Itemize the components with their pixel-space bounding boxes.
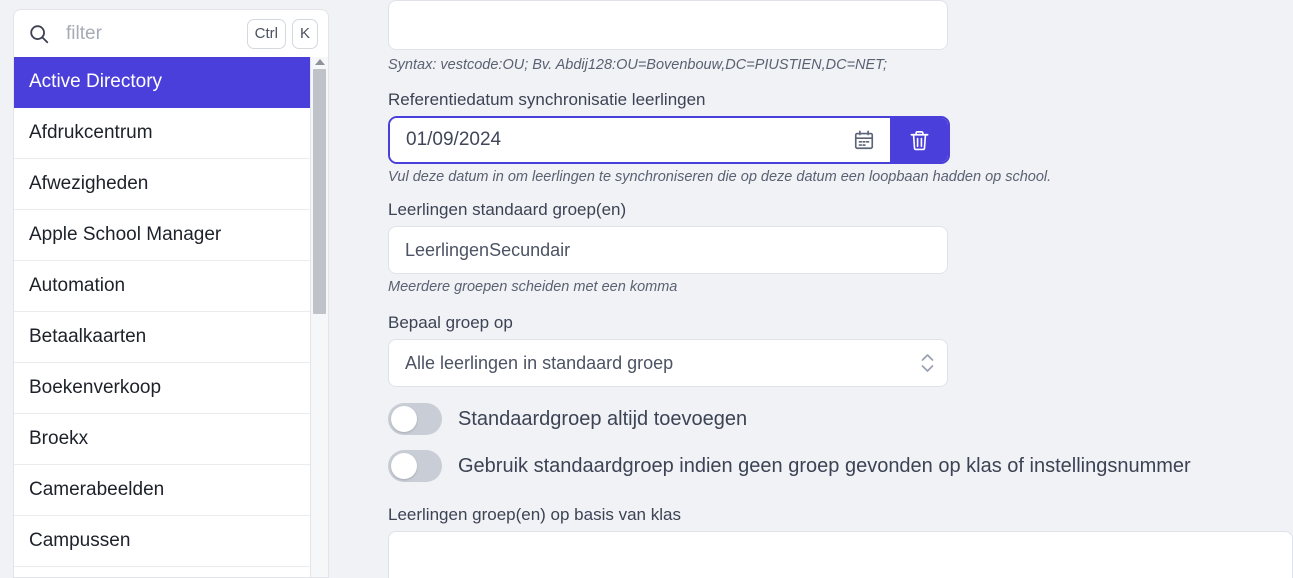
ou-field-group: Syntax: vestcode:OU; Bv. Abdij128:OU=Bov… xyxy=(388,0,948,73)
calendar-icon[interactable] xyxy=(838,118,890,162)
group-basis-select-shell: Alle leerlingen in standaard groep xyxy=(388,339,948,387)
search-shortcut: Ctrl K xyxy=(246,18,318,49)
group-basis-group: Bepaal groep op Alle leerlingen in stand… xyxy=(388,313,948,387)
sidebar-search-box[interactable]: Ctrl K xyxy=(13,9,329,57)
toggle-label-standaardgroep-altijd: Standaardgroep altijd toevoegen xyxy=(458,407,748,430)
class-groups-label: Leerlingen groep(en) op basis van klas xyxy=(388,505,681,524)
reference-date-hint: Vul deze datum in om leerlingen te synch… xyxy=(388,169,1052,185)
search-input[interactable] xyxy=(50,22,247,45)
ou-syntax-hint: Syntax: vestcode:OU; Bv. Abdij128:OU=Bov… xyxy=(388,57,887,73)
sidebar-nav-list: Active Directory Afdrukcentrum Afwezighe… xyxy=(14,57,310,577)
default-groups-input[interactable] xyxy=(388,226,948,274)
trash-icon[interactable] xyxy=(890,118,948,162)
toggle-gebruik-standaardgroep-indien-geen-groep[interactable] xyxy=(388,450,442,482)
settings-form: Syntax: vestcode:OU; Bv. Abdij128:OU=Bov… xyxy=(338,0,1293,578)
sidebar-item-apple-school-manager[interactable]: Apple School Manager xyxy=(14,210,310,261)
toggle-knob xyxy=(391,406,417,432)
default-groups-hint: Meerdere groepen scheiden met een komma xyxy=(388,279,678,295)
group-basis-label: Bepaal groep op xyxy=(388,313,513,332)
toggle-standaardgroep-altijd-toevoegen[interactable] xyxy=(388,403,442,435)
default-groups-group: Leerlingen standaard groep(en) Meerdere … xyxy=(388,200,948,295)
app-root: Ctrl K Active Directory Afdrukcentrum Af… xyxy=(0,0,1293,578)
toggle-row-standaardgroep-altijd: Standaardgroep altijd toevoegen xyxy=(388,403,747,435)
scroll-up-arrow-icon[interactable] xyxy=(314,59,325,65)
toggle-row-gebruik-standaardgroep: Gebruik standaardgroep indien geen groep… xyxy=(388,450,1191,482)
kbd-k: K xyxy=(291,18,318,49)
sidebar-item-campussen[interactable]: Campussen xyxy=(14,516,310,567)
group-basis-select[interactable]: Alle leerlingen in standaard groep xyxy=(388,339,948,387)
toggle-knob xyxy=(391,453,417,479)
reference-date-input[interactable] xyxy=(390,118,838,162)
sidebar-item-active-directory[interactable]: Active Directory xyxy=(14,57,310,108)
reference-date-label: Referentiedatum synchronisatie leerlinge… xyxy=(388,90,706,109)
kbd-ctrl: Ctrl xyxy=(246,18,286,49)
reference-date-row xyxy=(388,116,950,164)
ou-input[interactable] xyxy=(388,0,948,50)
default-groups-label: Leerlingen standaard groep(en) xyxy=(388,200,627,219)
sidebar-item-betaalkaarten[interactable]: Betaalkaarten xyxy=(14,312,310,363)
sidebar-item-afdrukcentrum[interactable]: Afdrukcentrum xyxy=(14,108,310,159)
reference-date-group: Referentiedatum synchronisatie leerlinge… xyxy=(388,90,1051,185)
toggle-label-gebruik-standaardgroep: Gebruik standaardgroep indien geen groep… xyxy=(458,454,1191,477)
sidebar: Ctrl K Active Directory Afdrukcentrum Af… xyxy=(0,0,338,578)
class-groups-group: Leerlingen groep(en) op basis van klas xyxy=(388,505,1293,578)
sidebar-list-wrapper: Active Directory Afdrukcentrum Afwezighe… xyxy=(13,57,329,578)
sidebar-item-afwezigheden[interactable]: Afwezigheden xyxy=(14,159,310,210)
search-icon xyxy=(28,23,50,45)
class-groups-input[interactable] xyxy=(388,531,1293,578)
sidebar-item-broekx[interactable]: Broekx xyxy=(14,414,310,465)
sidebar-item-camerabeelden[interactable]: Camerabeelden xyxy=(14,465,310,516)
sidebar-scrollbar[interactable] xyxy=(310,57,328,577)
sidebar-item-boekenverkoop[interactable]: Boekenverkoop xyxy=(14,363,310,414)
sidebar-item-automation[interactable]: Automation xyxy=(14,261,310,312)
scrollbar-thumb[interactable] xyxy=(313,69,326,314)
